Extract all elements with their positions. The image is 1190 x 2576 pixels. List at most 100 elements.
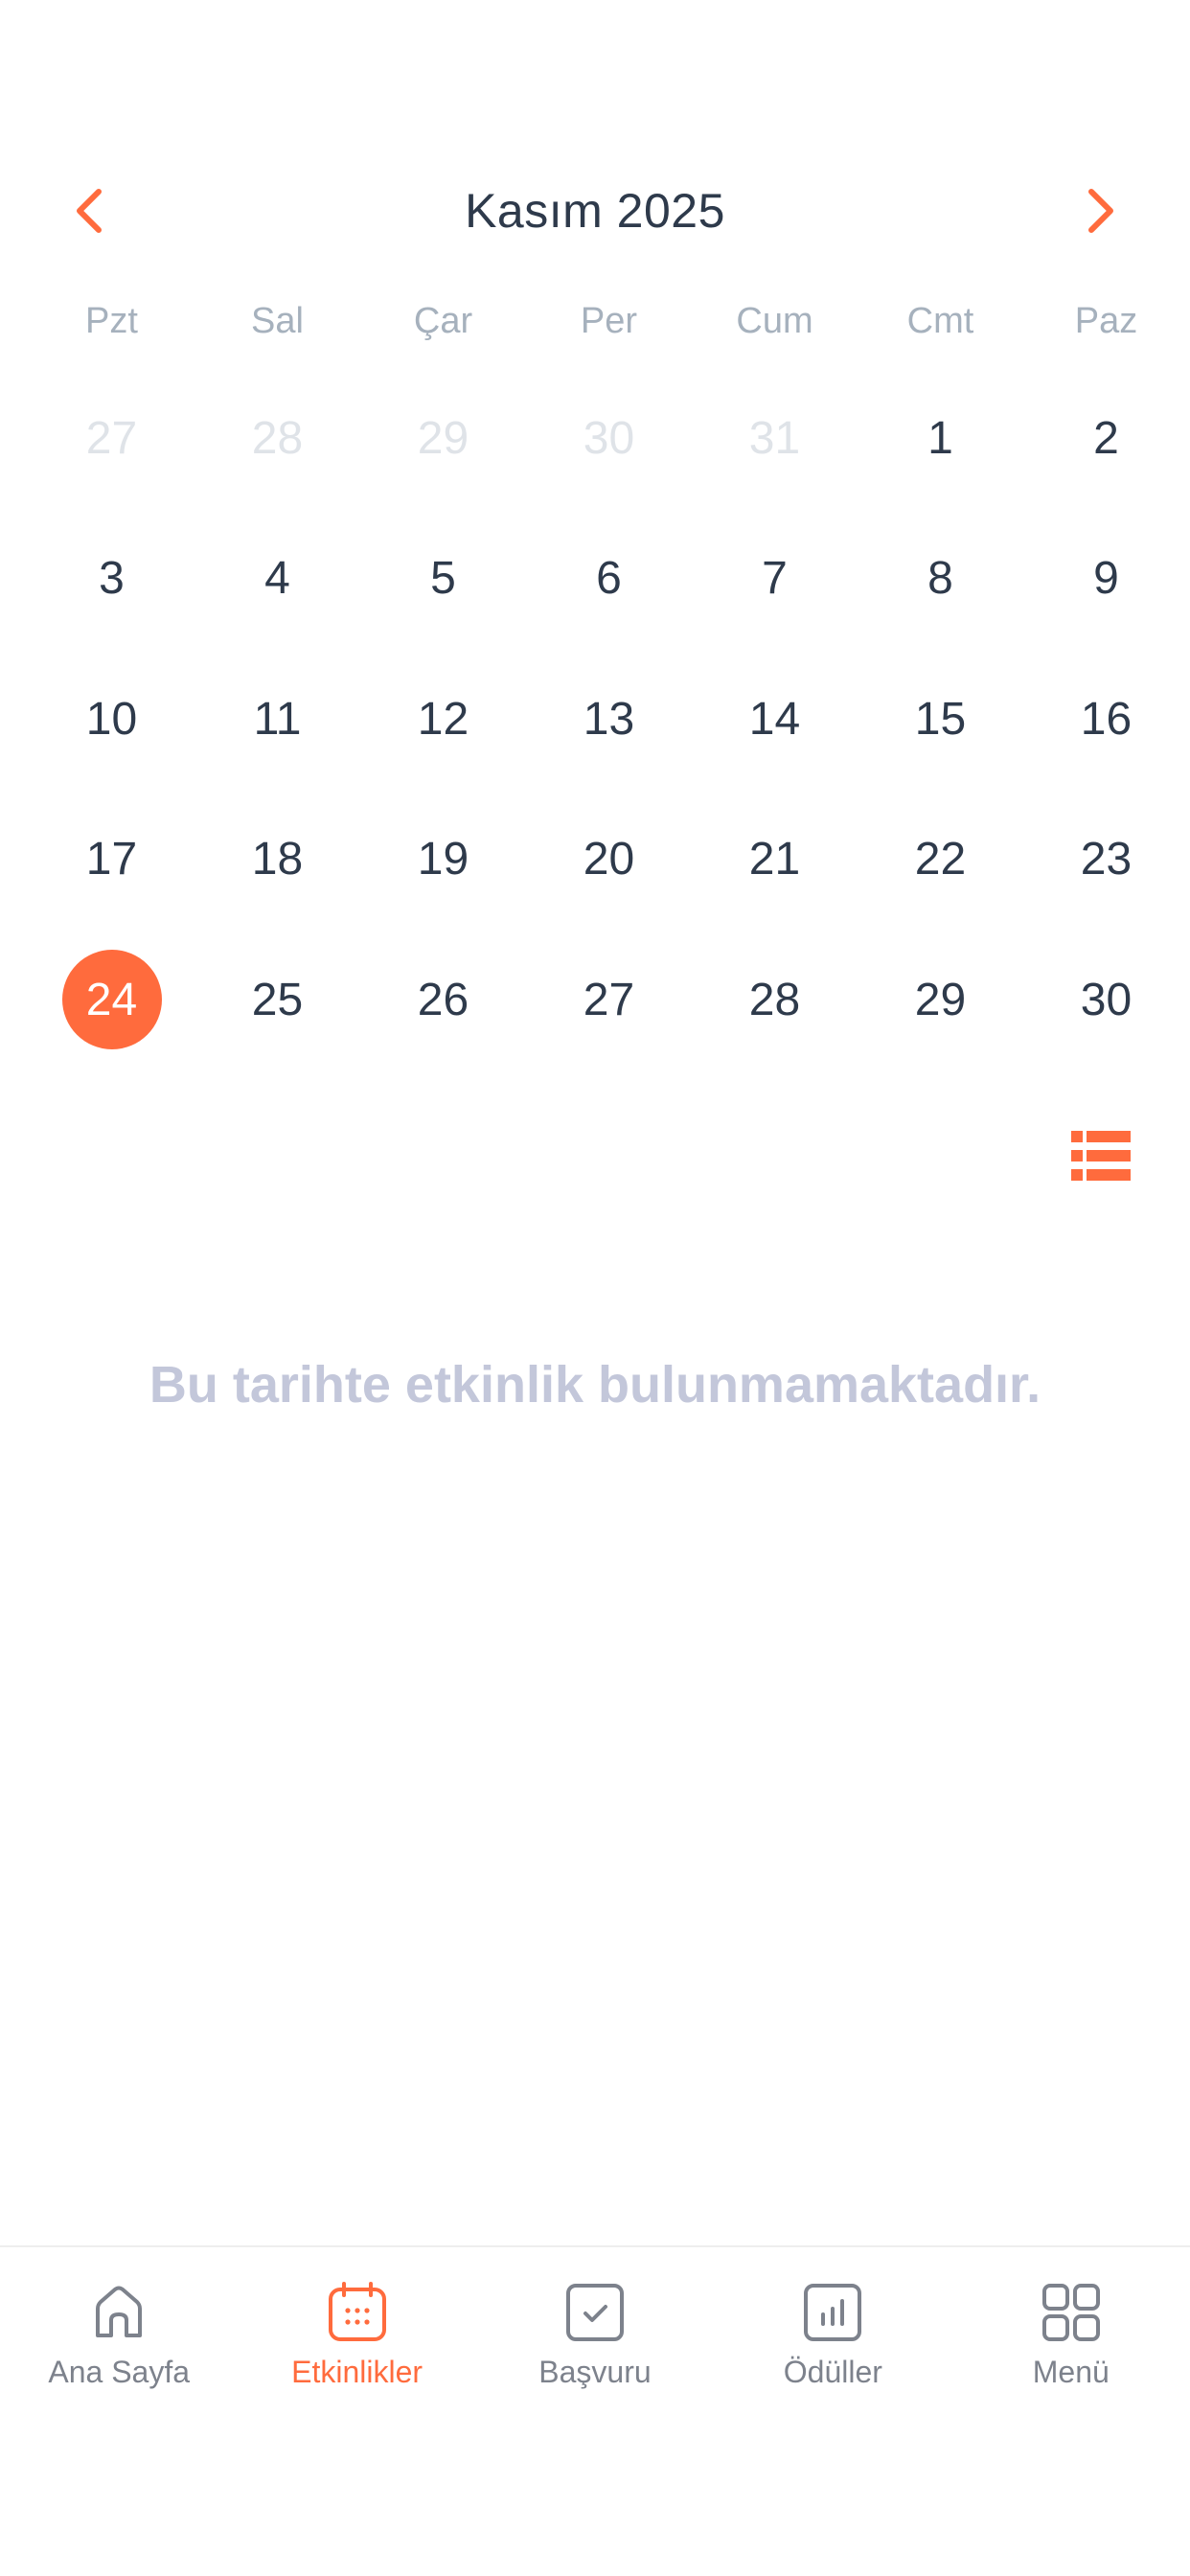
grid-icon [1041, 2284, 1100, 2341]
calendar-day[interactable]: 1 [858, 388, 1023, 529]
empty-events-message: Bu tarihte etkinlik bulunmamaktadır. [149, 1356, 1041, 1414]
calendar-day[interactable]: 21 [692, 810, 858, 951]
day-number: 21 [748, 834, 801, 885]
day-number: 4 [264, 553, 290, 604]
day-number: 9 [1093, 553, 1119, 604]
tab-rewards[interactable]: Ödüller [714, 2247, 951, 2576]
chevron-right-icon [1088, 189, 1113, 233]
tab-events[interactable]: Etkinlikler [238, 2247, 475, 2576]
calendar-day[interactable]: 4 [195, 529, 360, 670]
day-number: 14 [748, 693, 801, 745]
calendar-day[interactable]: 27 [29, 388, 195, 529]
calendar-day[interactable]: 8 [858, 529, 1023, 670]
day-number: 15 [914, 693, 967, 745]
calendar-day[interactable]: 11 [195, 669, 360, 810]
day-number: 27 [85, 412, 138, 464]
list-view-button[interactable] [1071, 1131, 1131, 1181]
calendar-day[interactable]: 6 [526, 529, 692, 670]
calendar-day[interactable]: 16 [1023, 669, 1189, 810]
calendar-header: Kasım 2025 [0, 168, 1190, 254]
weekday-row: Pzt Sal Çar Per Cum Cmt Paz [29, 292, 1190, 350]
next-month-button[interactable] [1058, 168, 1144, 254]
calendar-day[interactable]: 30 [526, 388, 692, 529]
calendar-day[interactable]: 7 [692, 529, 858, 670]
weekday-label: Sal [251, 300, 304, 341]
day-number: 17 [85, 834, 138, 885]
calendar-day[interactable]: 25 [195, 950, 360, 1091]
day-number: 3 [99, 553, 125, 604]
day-number: 24 [61, 950, 162, 1049]
weekday-label: Pzt [85, 300, 138, 341]
events-calendar-screen: Kasım 2025 Pzt Sal Çar Per Cum Cmt Paz 2… [0, 0, 1190, 2576]
day-number: 10 [85, 693, 138, 745]
calendar-day[interactable]: 26 [360, 950, 526, 1091]
calendar-day[interactable]: 29 [360, 388, 526, 529]
calendar-day[interactable]: 2 [1023, 388, 1189, 529]
day-number: 27 [583, 974, 635, 1025]
day-number: 28 [748, 974, 801, 1025]
day-number: 30 [1080, 974, 1133, 1025]
day-grid: 27 28 29 30 31 1 2 3 4 5 6 7 8 9 10 11 12 13 14 15 16 17 18 19 2… [29, 388, 1190, 1091]
calendar-day[interactable]: 28 [195, 388, 360, 529]
calendar-day[interactable]: 17 [29, 810, 195, 951]
day-number: 1 [927, 412, 953, 464]
weekday-label: Cum [736, 300, 813, 341]
calendar-day[interactable]: 28 [692, 950, 858, 1091]
day-number: 23 [1080, 834, 1133, 885]
calendar-icon [328, 2282, 386, 2341]
calendar-day[interactable]: 31 [692, 388, 858, 529]
calendar-day[interactable]: 19 [360, 810, 526, 951]
day-number: 30 [583, 412, 635, 464]
day-number: 29 [417, 412, 469, 464]
weekday-label: Paz [1074, 300, 1138, 341]
checkbox-icon [565, 2284, 624, 2341]
calendar-day[interactable]: 22 [858, 810, 1023, 951]
calendar-day[interactable]: 10 [29, 669, 195, 810]
tab-label: Menü [1032, 2355, 1110, 2389]
day-number: 19 [417, 834, 469, 885]
tab-application[interactable]: Başvuru [476, 2247, 714, 2576]
calendar-day[interactable]: 13 [526, 669, 692, 810]
day-number: 25 [251, 974, 304, 1025]
tab-label: Ödüller [783, 2355, 882, 2389]
weekday-label: Çar [413, 300, 473, 341]
bottom-tab-bar: Ana Sayfa Etkinlikler Başvuru Ödüller Me… [0, 2245, 1190, 2576]
calendar-day[interactable]: 23 [1023, 810, 1189, 951]
day-number: 7 [762, 553, 788, 604]
tab-label: Başvuru [538, 2355, 652, 2389]
day-number: 22 [914, 834, 967, 885]
day-number: 20 [583, 834, 635, 885]
day-number: 29 [914, 974, 967, 1025]
day-number: 2 [1093, 412, 1119, 464]
calendar-day[interactable]: 14 [692, 669, 858, 810]
calendar-day[interactable]: 15 [858, 669, 1023, 810]
day-number: 6 [596, 553, 622, 604]
list-view-icon [1071, 1131, 1131, 1181]
calendar-day[interactable]: 3 [29, 529, 195, 670]
calendar-day[interactable]: 27 [526, 950, 692, 1091]
tab-label: Ana Sayfa [48, 2355, 191, 2389]
calendar-day-selected[interactable]: 24 [29, 950, 195, 1091]
day-number: 28 [251, 412, 304, 464]
calendar-day[interactable]: 29 [858, 950, 1023, 1091]
calendar-day[interactable]: 5 [360, 529, 526, 670]
tab-home[interactable]: Ana Sayfa [0, 2247, 238, 2576]
day-number: 12 [417, 693, 469, 745]
calendar-day[interactable]: 30 [1023, 950, 1189, 1091]
day-number: 13 [583, 693, 635, 745]
bar-chart-icon [804, 2284, 862, 2341]
calendar-day[interactable]: 20 [526, 810, 692, 951]
weekday-label: Per [580, 300, 638, 341]
month-title: Kasım 2025 [465, 184, 725, 238]
tab-menu[interactable]: Menü [952, 2247, 1190, 2576]
calendar-day[interactable]: 18 [195, 810, 360, 951]
day-number: 8 [927, 553, 953, 604]
calendar-day[interactable]: 9 [1023, 529, 1189, 670]
tab-label: Etkinlikler [291, 2355, 423, 2389]
day-number: 16 [1080, 693, 1133, 745]
home-icon [96, 2286, 143, 2337]
calendar-day[interactable]: 12 [360, 669, 526, 810]
weekday-label: Cmt [906, 300, 974, 341]
day-number: 31 [748, 412, 801, 464]
day-number: 5 [430, 553, 456, 604]
